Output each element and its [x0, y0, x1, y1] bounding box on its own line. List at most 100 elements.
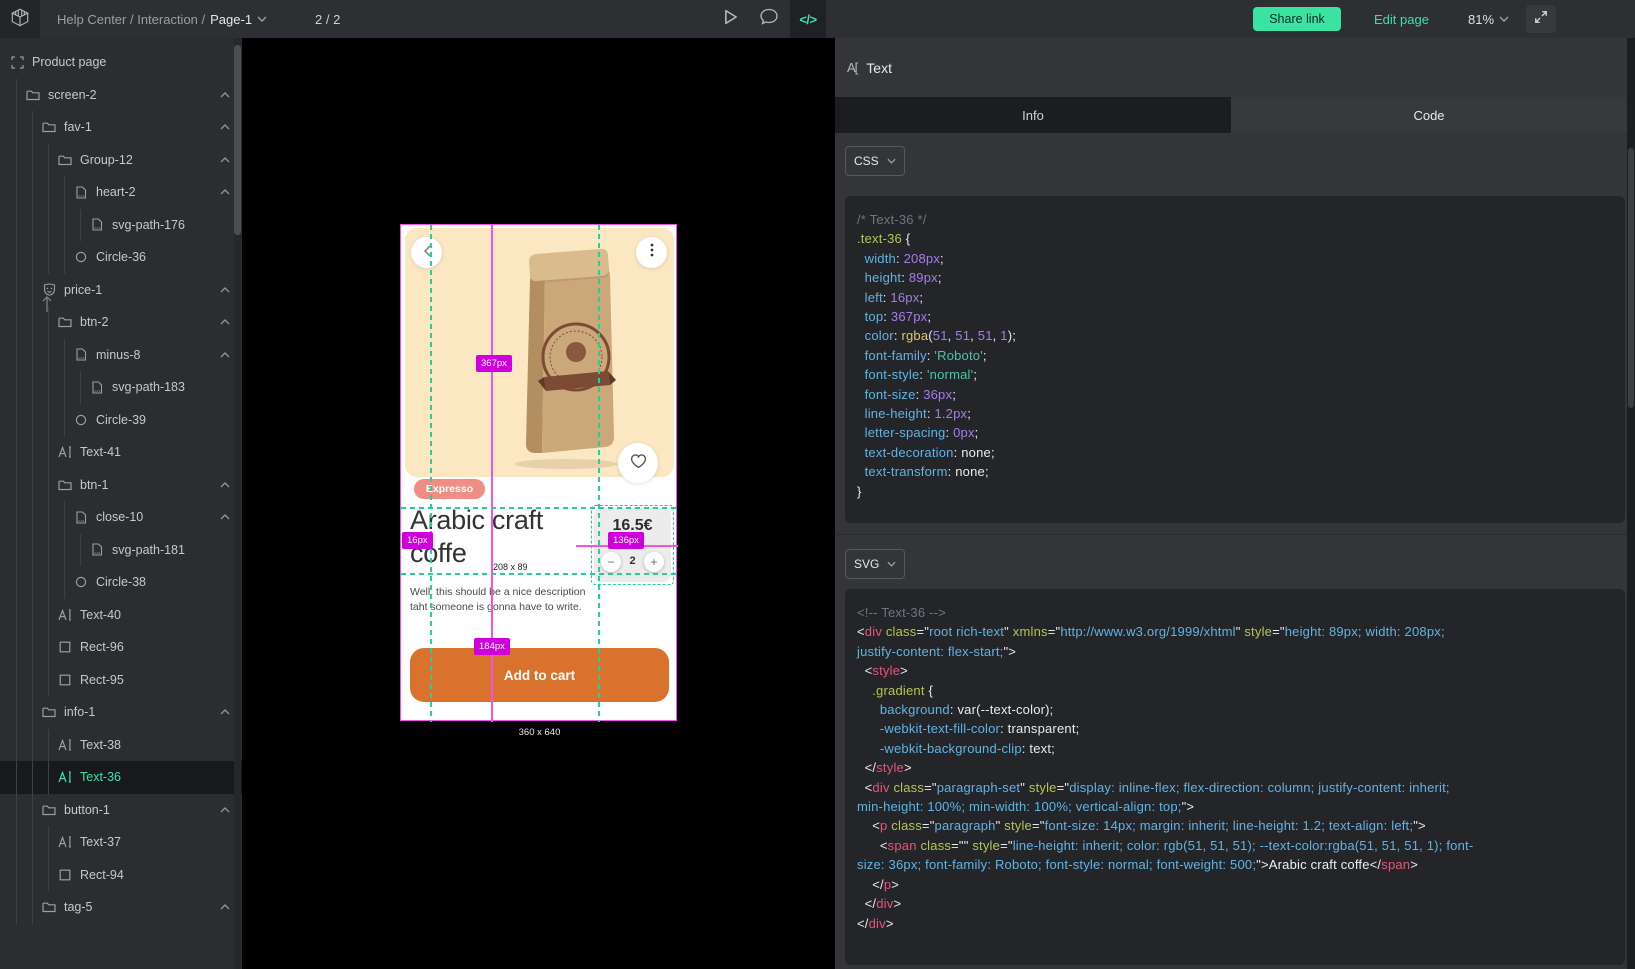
- canvas[interactable]: Expresso Arabic craftcoffe 208 x 89 Well…: [242, 38, 835, 969]
- scroll-link-arrow-icon: [41, 295, 53, 318]
- chevron-down-icon: [257, 16, 267, 22]
- favorite-button[interactable]: [618, 443, 658, 483]
- code-line: font-style: 'normal';: [857, 365, 1613, 384]
- indent-guide: [64, 404, 65, 437]
- device-frame[interactable]: Expresso Arabic craftcoffe 208 x 89 Well…: [400, 224, 677, 721]
- guide-vertical-left: [430, 225, 432, 722]
- sidebar-scrollbar-thumb[interactable]: [234, 45, 241, 235]
- indent-guide: [16, 859, 17, 892]
- layer-row-btn-2[interactable]: btn-2: [0, 306, 242, 339]
- chevron-up-icon[interactable]: [220, 482, 230, 488]
- breadcrumb-path: Help Center / Interaction /: [57, 12, 205, 27]
- layer-row-circle-36[interactable]: Circle-36: [0, 241, 242, 274]
- layer-row-product page[interactable]: Product page: [0, 46, 242, 79]
- more-options-button[interactable]: [636, 237, 667, 268]
- chevron-up-icon[interactable]: [220, 124, 230, 130]
- layer-row-text-37[interactable]: Text-37: [0, 826, 242, 859]
- chevron-up-icon[interactable]: [220, 287, 230, 293]
- breadcrumb[interactable]: Help Center / Interaction / Page-1: [57, 0, 267, 38]
- layer-row-text-38[interactable]: Text-38: [0, 729, 242, 762]
- chevron-up-icon[interactable]: [220, 319, 230, 325]
- layers-sidebar: Product pagescreen-2fav-1Group-12heart-2…: [0, 38, 242, 969]
- text-icon: [58, 738, 72, 752]
- chevron-up-icon[interactable]: [220, 904, 230, 910]
- chevron-up-icon[interactable]: [220, 807, 230, 813]
- layer-row-screen-2[interactable]: screen-2: [0, 79, 242, 112]
- folder-icon: [42, 705, 56, 719]
- indent-guide: [32, 826, 33, 859]
- chevron-up-icon[interactable]: [220, 352, 230, 358]
- layer-row-svg-path-181[interactable]: svg-path-181: [0, 534, 242, 567]
- edit-page-link[interactable]: Edit page: [1374, 0, 1429, 38]
- svg-language-dropdown[interactable]: SVG: [845, 549, 905, 579]
- layer-row-circle-39[interactable]: Circle-39: [0, 404, 242, 437]
- chevron-up-icon[interactable]: [220, 709, 230, 715]
- chevron-down-icon: [887, 158, 896, 164]
- zoom-control[interactable]: 81%: [1468, 0, 1509, 38]
- svg-code-block[interactable]: <!-- Text-36 --><div class="root rich-te…: [845, 589, 1625, 965]
- tab-code[interactable]: Code: [1231, 97, 1627, 133]
- layer-row-minus-8[interactable]: minus-8: [0, 339, 242, 372]
- app-logo[interactable]: [0, 0, 40, 38]
- layer-row-tag-5[interactable]: tag-5: [0, 891, 242, 924]
- fullscreen-button[interactable]: [1526, 5, 1556, 33]
- rect-icon: [58, 673, 72, 687]
- code-line: </div>: [857, 894, 1613, 913]
- chevron-up-icon[interactable]: [220, 157, 230, 163]
- layer-row-rect-95[interactable]: Rect-95: [0, 664, 242, 697]
- breadcrumb-current: Page-1: [210, 12, 252, 27]
- layer-row-circle-38[interactable]: Circle-38: [0, 566, 242, 599]
- chevron-up-icon[interactable]: [220, 514, 230, 520]
- indent-guide: [32, 794, 33, 827]
- comment-button[interactable]: [752, 0, 786, 38]
- layer-row-svg-path-176[interactable]: svg-path-176: [0, 209, 242, 242]
- layer-row-svg-path-183[interactable]: svg-path-183: [0, 371, 242, 404]
- css-code-block[interactable]: /* Text-36 */.text-36 { width: 208px; he…: [845, 196, 1625, 523]
- layer-row-text-40[interactable]: Text-40: [0, 599, 242, 632]
- tab-info[interactable]: Info: [835, 97, 1231, 133]
- svg-icon: [74, 510, 88, 524]
- code-line: text-transform: none;: [857, 462, 1613, 481]
- layer-row-rect-94[interactable]: Rect-94: [0, 859, 242, 892]
- indent-guide: [64, 176, 65, 209]
- layer-row-text-41[interactable]: Text-41: [0, 436, 242, 469]
- code-view-button[interactable]: </>: [790, 0, 826, 38]
- layer-label: Text-37: [80, 835, 121, 849]
- indent-guide: [48, 826, 49, 859]
- indent-guide: [32, 176, 33, 209]
- css-language-dropdown[interactable]: CSS: [845, 146, 905, 176]
- indent-guide: [32, 664, 33, 697]
- layer-row-info-1[interactable]: info-1: [0, 696, 242, 729]
- indent-guide: [32, 436, 33, 469]
- code-line: line-height: 1.2px;: [857, 404, 1613, 423]
- layer-row-close-10[interactable]: close-10: [0, 501, 242, 534]
- chevron-up-icon[interactable]: [220, 189, 230, 195]
- share-link-button[interactable]: Share link: [1253, 7, 1341, 31]
- layer-row-btn-1[interactable]: btn-1: [0, 469, 242, 502]
- layer-row-group-12[interactable]: Group-12: [0, 144, 242, 177]
- rect-icon: [58, 868, 72, 882]
- layer-label: Circle-38: [96, 575, 146, 589]
- layer-row-text-36[interactable]: Text-36: [0, 761, 242, 794]
- layer-label: Circle-36: [96, 250, 146, 264]
- layer-label: btn-1: [80, 478, 109, 492]
- layer-row-price-1[interactable]: price-1: [0, 274, 242, 307]
- panel-scrollbar-thumb[interactable]: [1628, 148, 1634, 408]
- back-button[interactable]: [411, 237, 442, 268]
- zoom-level: 81%: [1468, 12, 1494, 27]
- layer-row-rect-96[interactable]: Rect-96: [0, 631, 242, 664]
- indent-guide: [16, 826, 17, 859]
- code-line: background: var(--text-color);: [857, 700, 1613, 719]
- logo-icon: [8, 5, 32, 34]
- indent-guide: [16, 696, 17, 729]
- indent-guide: [48, 729, 49, 762]
- layer-row-fav-1[interactable]: fav-1: [0, 111, 242, 144]
- layer-row-heart-2[interactable]: heart-2: [0, 176, 242, 209]
- code-line: text-decoration: none;: [857, 443, 1613, 462]
- add-to-cart-button[interactable]: Add to cart: [410, 648, 669, 702]
- code-line: height: 89px;: [857, 268, 1613, 287]
- play-button[interactable]: [714, 0, 748, 38]
- chevron-up-icon[interactable]: [220, 92, 230, 98]
- text-icon: [58, 608, 72, 622]
- layer-row-button-1[interactable]: button-1: [0, 794, 242, 827]
